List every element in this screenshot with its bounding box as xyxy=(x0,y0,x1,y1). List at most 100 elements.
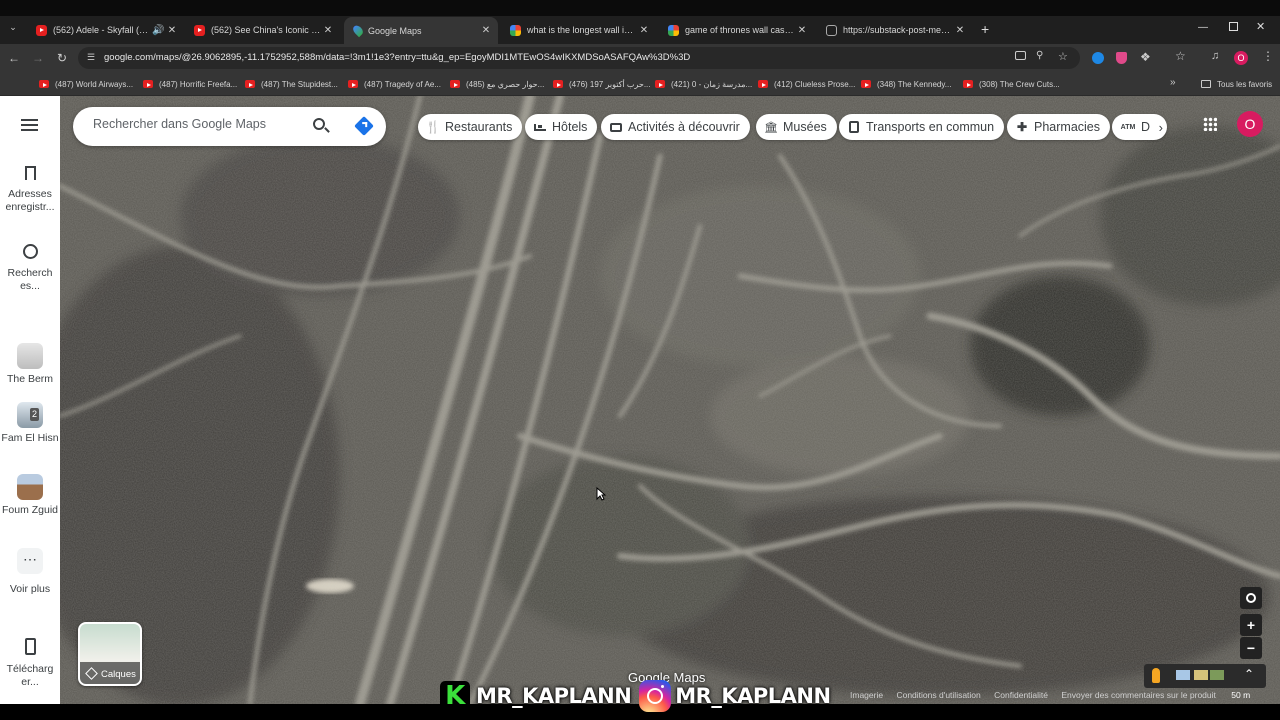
account-avatar[interactable]: O xyxy=(1237,111,1263,137)
bookmark-item[interactable]: (487) World Airways... xyxy=(39,78,133,90)
menu-hamburger-icon[interactable] xyxy=(21,119,38,131)
close-tab-icon[interactable]: ✕ xyxy=(480,25,492,36)
tab-longest-wall[interactable]: what is the longest wall in the w ✕ xyxy=(502,18,656,42)
download-app-label: Télécharg er... xyxy=(6,663,54,688)
back-arrow-icon[interactable]: ← xyxy=(6,50,22,66)
zoom-in-button[interactable]: + xyxy=(1240,614,1262,636)
youtube-icon xyxy=(450,80,460,88)
bookmark-star-icon[interactable]: ☆ xyxy=(1058,50,1068,63)
all-favorites-folder[interactable]: Tous les favoris xyxy=(1201,78,1272,90)
extensions-puzzle-icon[interactable]: ❖ xyxy=(1140,50,1151,64)
satellite-map[interactable] xyxy=(60,96,1280,704)
chip-atm[interactable]: ATM D › xyxy=(1112,114,1167,140)
site-info-icon[interactable]: ☰ xyxy=(87,52,95,63)
zoom-out-button[interactable]: − xyxy=(1240,637,1262,659)
youtube-icon xyxy=(143,80,153,88)
download-app-button[interactable]: Télécharg er... xyxy=(0,638,60,689)
zoom-icon[interactable]: ⚲ xyxy=(1036,50,1043,61)
fork-knife-icon: 🍴 xyxy=(425,120,441,134)
saved-places-button[interactable]: Adresses enregistr... xyxy=(0,166,60,214)
bookmark-item[interactable]: (348) The Kennedy... xyxy=(861,78,951,90)
tab-search-button[interactable]: ⌄ xyxy=(6,22,20,36)
search-input[interactable] xyxy=(93,117,293,131)
bookmark-label: (476) حرب أكتوبر 197... xyxy=(569,79,651,89)
bookmark-label: (348) The Kennedy... xyxy=(877,79,952,89)
tab-google-maps[interactable]: Google Maps ✕ xyxy=(344,17,498,44)
extension-blue-icon[interactable] xyxy=(1092,52,1104,64)
new-tab-button[interactable]: + xyxy=(981,21,989,37)
bookmark-item[interactable]: (487) Horrific Freefa... xyxy=(143,78,237,90)
more-places-button[interactable]: ⋯ Voir plus xyxy=(0,548,60,596)
chip-pharmacies[interactable]: ✚ Pharmacies xyxy=(1007,114,1110,140)
more-dots-icon: ⋯ xyxy=(17,548,43,574)
directions-icon[interactable] xyxy=(354,116,374,136)
location-target-icon xyxy=(1246,593,1256,603)
satellite-thumbnail[interactable] xyxy=(1210,670,1224,680)
pegman-icon[interactable] xyxy=(1152,668,1160,683)
close-tab-icon[interactable]: ✕ xyxy=(796,25,808,36)
media-control-icon[interactable]: ♫ xyxy=(1211,50,1219,62)
bookmark-item[interactable]: (487) The Stupidest... xyxy=(245,78,338,90)
search-icon[interactable] xyxy=(313,118,330,133)
url-bar[interactable]: ☰ google.com/maps/@26.9062895,-11.175295… xyxy=(78,47,1080,69)
install-app-icon[interactable] xyxy=(1015,51,1026,60)
all-favorites-label: Tous les favoris xyxy=(1217,79,1273,89)
museum-icon: 🏛 xyxy=(764,121,778,134)
map-footer: Imagerie Conditions d'utilisation Confid… xyxy=(850,690,1261,704)
tab-game-of-thrones[interactable]: game of thrones wall castles m ✕ xyxy=(660,18,814,42)
chip-restaurants[interactable]: 🍴 Restaurants xyxy=(418,114,523,140)
chip-transit[interactable]: Transports en commun xyxy=(839,114,1005,140)
footer-link-privacy[interactable]: Confidentialité xyxy=(994,690,1048,700)
footer-link-terms[interactable]: Conditions d'utilisation xyxy=(896,690,980,700)
tab-substack[interactable]: https://substack-post-media.s3 ✕ xyxy=(818,18,972,42)
place-label: Foum Zguid xyxy=(1,504,59,516)
minimize-button[interactable]: — xyxy=(1198,22,1208,33)
profile-avatar[interactable]: O xyxy=(1234,51,1248,65)
tab-adele[interactable]: (562) Adele - Skyfall (Officia 🔊 ✕ xyxy=(28,18,184,42)
more-bookmarks-icon[interactable]: » xyxy=(1170,77,1176,88)
chip-museums[interactable]: 🏛 Musées xyxy=(756,114,837,140)
reload-icon[interactable]: ↻ xyxy=(54,50,70,66)
close-tab-icon[interactable]: ✕ xyxy=(322,25,334,36)
bookmark-item[interactable]: (476) حرب أكتوبر 197... xyxy=(553,78,651,90)
expand-up-icon[interactable]: ⌃ xyxy=(1244,667,1254,681)
bookmark-item[interactable]: (487) Tragedy of Ae... xyxy=(348,78,441,90)
youtube-icon xyxy=(655,80,665,88)
bookmark-item[interactable]: (421) مدرسة زمان - 0... xyxy=(655,78,752,90)
browser-menu-icon[interactable]: ⋮ xyxy=(1262,49,1274,63)
tab-title: Google Maps xyxy=(368,25,422,36)
youtube-icon xyxy=(758,80,768,88)
chevron-right-icon[interactable]: › xyxy=(1159,120,1163,135)
tab-china-wall[interactable]: (562) See China's Iconic Great W ✕ xyxy=(186,18,340,42)
mouse-cursor-icon xyxy=(596,487,606,501)
restore-button[interactable] xyxy=(1229,22,1238,31)
forward-arrow-icon[interactable]: → xyxy=(30,50,46,66)
chip-activities[interactable]: Activités à découvrir xyxy=(601,114,750,140)
extension-shield-icon[interactable] xyxy=(1116,52,1127,64)
layers-button[interactable]: Calques xyxy=(78,622,142,686)
terrain-thumbnail[interactable] xyxy=(1194,670,1208,680)
google-apps-icon[interactable] xyxy=(1203,117,1217,131)
youtube-icon xyxy=(36,24,47,36)
bookmark-item[interactable]: (308) The Crew Cuts... xyxy=(963,78,1060,90)
speaker-icon[interactable]: 🔊 xyxy=(152,25,164,36)
recent-place-the-berm[interactable]: The Berm xyxy=(0,343,60,386)
chip-hotels[interactable]: Hôtels xyxy=(525,114,598,140)
favorites-icon[interactable]: ☆ xyxy=(1175,49,1186,63)
close-tab-icon[interactable]: ✕ xyxy=(166,25,178,36)
bookmark-item[interactable]: (412) Clueless Prose... xyxy=(758,78,855,90)
tab-title: https://substack-post-media.s3 xyxy=(843,25,954,35)
bookmark-item[interactable]: (485) حوار حصري مع... xyxy=(450,78,544,90)
close-window-button[interactable]: ✕ xyxy=(1256,20,1265,33)
close-tab-icon[interactable]: ✕ xyxy=(638,25,650,36)
footer-link-imagery[interactable]: Imagerie xyxy=(850,690,883,700)
recent-place-fam-el-hisn[interactable]: 2 Fam El Hisn xyxy=(0,402,60,445)
recent-place-foum-zguid[interactable]: Foum Zguid xyxy=(0,474,60,517)
video-watermark: K MR_KAPLANN MR_KAPLANN xyxy=(440,677,831,715)
map-type-thumbnail[interactable] xyxy=(1176,670,1190,680)
close-tab-icon[interactable]: ✕ xyxy=(954,25,966,36)
youtube-icon xyxy=(245,80,255,88)
recent-searches-button[interactable]: Recherch es... xyxy=(0,244,60,293)
my-location-button[interactable] xyxy=(1240,587,1262,609)
footer-link-feedback[interactable]: Envoyer des commentaires sur le produit xyxy=(1061,690,1216,700)
